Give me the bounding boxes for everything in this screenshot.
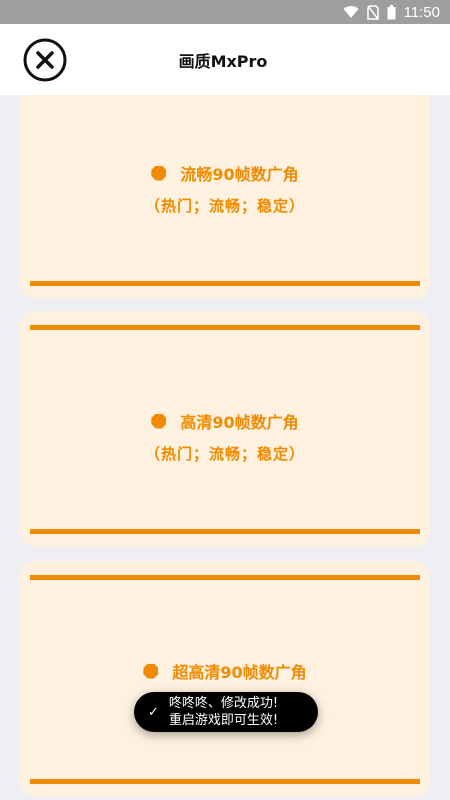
status-time: 11:50 bbox=[403, 3, 440, 21]
preset-title: 超高清90帧数广角 bbox=[172, 663, 307, 682]
card-bottom-bar bbox=[30, 281, 420, 286]
page-title: 画质MxPro bbox=[178, 51, 268, 71]
bullet-icon bbox=[151, 413, 167, 429]
preset-title: 流畅90帧数广角 bbox=[180, 165, 299, 184]
preset-card-smooth[interactable]: 流畅90帧数广角 （热门；流畅；稳定） bbox=[20, 95, 430, 299]
preset-card-body: 流畅90帧数广角 （热门；流畅；稳定） bbox=[20, 161, 430, 216]
toast-line-2: 重启游戏即可生效! bbox=[168, 713, 279, 728]
wifi-icon bbox=[343, 5, 359, 19]
status-bar: 11:50 bbox=[0, 0, 450, 24]
card-bottom-bar bbox=[30, 529, 420, 534]
success-toast: ✓ 咚咚咚、修改成功! 重启游戏即可生效! bbox=[134, 692, 318, 732]
preset-card-uhd[interactable]: 超高清90帧数广角 （热门；流畅；稳定） bbox=[20, 561, 430, 797]
bullet-icon bbox=[143, 663, 159, 679]
preset-subtitle: （热门；流畅；稳定） bbox=[144, 197, 305, 215]
bullet-icon bbox=[151, 165, 167, 181]
check-icon: ✓ bbox=[148, 704, 159, 720]
preset-subtitle: （热门；流畅；稳定） bbox=[144, 445, 305, 463]
preset-card-body: 高清90帧数广角 （热门；流畅；稳定） bbox=[20, 409, 430, 464]
no-sim-icon bbox=[366, 4, 379, 20]
preset-card-hd[interactable]: 高清90帧数广角 （热门；流畅；稳定） bbox=[20, 311, 430, 547]
preset-title: 高清90帧数广角 bbox=[180, 413, 299, 432]
close-button[interactable] bbox=[22, 37, 68, 83]
toast-line-1: 咚咚咚、修改成功! bbox=[168, 696, 279, 711]
close-circle-icon bbox=[23, 38, 67, 82]
card-top-bar bbox=[30, 325, 420, 330]
battery-icon bbox=[387, 4, 396, 20]
card-bottom-bar bbox=[30, 779, 420, 784]
card-top-bar bbox=[30, 575, 420, 580]
app-header: 画质MxPro bbox=[0, 24, 450, 95]
